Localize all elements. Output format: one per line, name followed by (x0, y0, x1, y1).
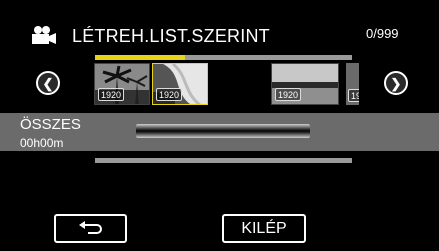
total-duration: 00h00m (20, 136, 64, 150)
resolution-badge: 1920 (98, 88, 125, 101)
next-button[interactable]: ❯ (384, 71, 408, 95)
thumbnail-strip: 1920 1920 1920 19 (94, 63, 359, 105)
header-bar: LÉTREH.LIST.SZERINT 0/999 (0, 0, 439, 50)
return-arrow-icon (78, 220, 102, 234)
thumbnail-item[interactable]: 1920 (94, 63, 150, 105)
progress-fill (95, 55, 185, 60)
page-title: LÉTREH.LIST.SZERINT (72, 26, 270, 46)
resolution-badge: 1920 (275, 88, 302, 101)
thumbnail-item[interactable]: 1920 (271, 63, 339, 105)
divider-track (95, 158, 352, 163)
resolution-badge: 19 (348, 89, 359, 102)
all-label: ÖSSZES (20, 116, 81, 133)
resolution-badge: 1920 (156, 88, 183, 101)
progress-bar (95, 55, 352, 60)
thumbnail-item-selected[interactable]: 1920 (152, 63, 208, 105)
chevron-right-icon: ❯ (390, 75, 402, 91)
video-camera-icon (32, 26, 56, 44)
exit-button[interactable]: KILÉP (222, 214, 306, 243)
back-button[interactable] (54, 214, 127, 243)
previous-button[interactable]: ❮ (36, 71, 60, 95)
item-counter: 0/999 (366, 26, 399, 41)
thumbnail-item-partial[interactable]: 19 (346, 63, 359, 105)
chevron-left-icon: ❮ (42, 75, 54, 91)
playlist-bar (136, 124, 310, 138)
